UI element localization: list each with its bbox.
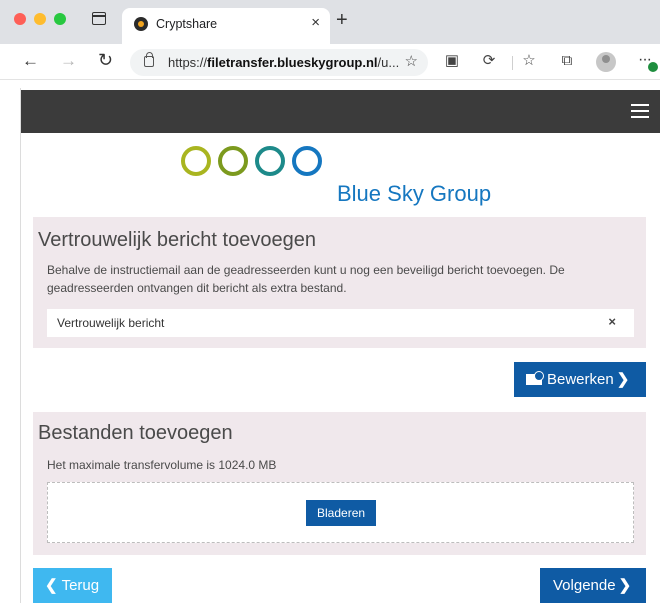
logo-ring-icon xyxy=(255,146,285,176)
site-header xyxy=(21,90,660,133)
web-page: Blue Sky Group Vertrouwelijk bericht toe… xyxy=(20,88,660,603)
logo-ring-icon xyxy=(218,146,248,176)
message-label: Vertrouwelijk bericht xyxy=(57,316,165,330)
next-button-label: Volgende xyxy=(553,577,616,594)
logo-text: Blue Sky Group xyxy=(337,181,492,206)
menu-icon[interactable] xyxy=(631,104,649,118)
tab-title: Cryptshare xyxy=(156,17,218,31)
section-title: Vertrouwelijk bericht toevoegen xyxy=(38,229,316,251)
lock-icon[interactable] xyxy=(144,52,154,67)
logo-ring-icon xyxy=(181,146,211,176)
update-badge-icon xyxy=(648,62,658,72)
blue-sky-group-logo: Blue Sky Group xyxy=(181,146,501,210)
add-favorite-icon[interactable]: ☆ xyxy=(405,54,418,69)
add-files-panel: Bestanden toevoegen Het maximale transfe… xyxy=(33,412,646,555)
remove-message-icon[interactable]: × xyxy=(608,315,616,328)
collections-icon[interactable]: ⧉ xyxy=(559,53,575,69)
window-close-button[interactable] xyxy=(14,13,26,25)
confidential-message-item[interactable]: Vertrouwelijk bericht × xyxy=(47,309,634,337)
tab-close-icon[interactable]: × xyxy=(311,15,320,30)
secure-mail-icon xyxy=(526,371,544,385)
section-title: Bestanden toevoegen xyxy=(38,422,233,444)
browser-toolbar: ← → ↻ https://filetransfer.blueskygroup.… xyxy=(0,44,660,80)
chevron-left-icon: ❮ xyxy=(45,577,58,594)
browse-button[interactable]: Bladeren xyxy=(306,500,377,526)
tab-actions-icon[interactable] xyxy=(92,12,106,25)
reload-icon[interactable]: ↻ xyxy=(98,51,113,69)
forward-icon[interactable]: → xyxy=(60,52,77,69)
logo-ring-icon xyxy=(292,146,322,176)
edit-button-label: Bewerken xyxy=(547,371,614,388)
address-bar[interactable]: https://filetransfer.blueskygroup.nl/u..… xyxy=(130,49,428,76)
new-tab-button[interactable]: + xyxy=(336,10,348,30)
browser-tabstrip: Cryptshare × + xyxy=(0,0,660,44)
url-text[interactable]: https://filetransfer.blueskygroup.nl/u..… xyxy=(168,55,399,70)
section-description: Behalve de instructiemail aan de geadres… xyxy=(47,263,565,295)
back-button-label: Terug xyxy=(61,577,100,594)
edit-button[interactable]: Bewerken ❯ xyxy=(514,362,646,397)
browser-tab[interactable]: Cryptshare × xyxy=(122,8,330,44)
window-zoom-button[interactable] xyxy=(54,13,66,25)
profile-icon[interactable] xyxy=(596,52,616,72)
chevron-right-icon: ❯ xyxy=(616,371,630,388)
back-button[interactable]: ❮ Terug xyxy=(33,568,112,603)
chevron-right-icon: ❯ xyxy=(618,577,632,594)
extensions-icon[interactable]: ▣ xyxy=(444,53,460,69)
max-transfer-volume: Het maximale transfervolume is 1024.0 MB xyxy=(47,458,277,472)
file-drop-zone[interactable]: Bladeren xyxy=(47,482,634,543)
favorites-icon[interactable]: ☆ xyxy=(521,53,537,69)
confidential-message-panel: Vertrouwelijk bericht toevoegen Behalve … xyxy=(33,217,646,348)
next-button[interactable]: Volgende ❯ xyxy=(540,568,646,603)
sync-icon[interactable]: ⟳ xyxy=(481,53,497,69)
toolbar-divider xyxy=(512,56,513,70)
window-minimize-button[interactable] xyxy=(34,13,46,25)
back-icon[interactable]: ← xyxy=(22,52,39,69)
cryptshare-favicon-icon xyxy=(134,17,148,31)
